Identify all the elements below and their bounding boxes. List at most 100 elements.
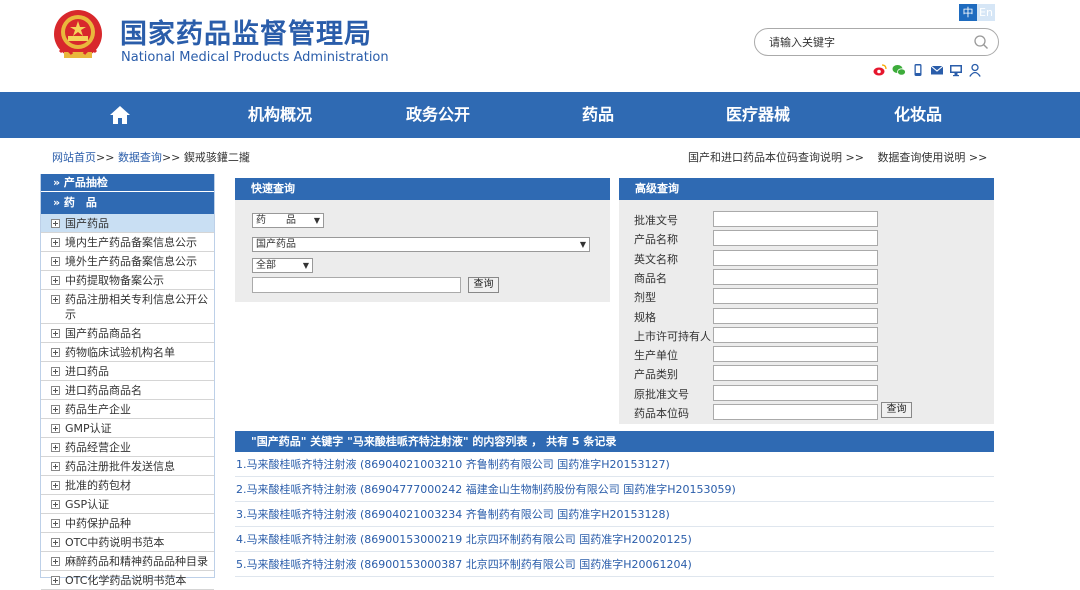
site-header: 国家药品监督管理局 National Medical Products Admi… bbox=[0, 0, 1080, 92]
sidebar-item[interactable]: 境内生产药品备案信息公示 bbox=[41, 233, 214, 252]
search-input[interactable] bbox=[769, 34, 969, 50]
sidebar-section-sampling[interactable]: » 产品抽检 bbox=[41, 174, 214, 192]
category-select-value: 药 品 bbox=[256, 215, 296, 226]
expand-plus-icon bbox=[51, 462, 60, 471]
database-select[interactable]: 国产药品 ▼ bbox=[252, 237, 590, 252]
sidebar-item[interactable]: 药物临床试验机构名单 bbox=[41, 343, 214, 362]
advanced-field-input[interactable] bbox=[713, 230, 878, 247]
expand-plus-icon bbox=[51, 538, 60, 547]
result-row-link[interactable]: 2.马来酸桂哌齐特注射液 (86904777000242 福建金山生物制药股份有… bbox=[235, 477, 994, 502]
sidebar-item[interactable]: OTC化学药品说明书范本 bbox=[41, 571, 214, 590]
advanced-field-input[interactable] bbox=[713, 346, 878, 363]
results-header: "国产药品" 关键字 "马来酸桂哌齐特注射液" 的内容列表 ， 共有 5 条记录 bbox=[235, 431, 994, 452]
user-icon[interactable] bbox=[968, 63, 982, 77]
sidebar-item[interactable]: 批准的药包材 bbox=[41, 476, 214, 495]
lang-english-button[interactable]: En bbox=[977, 4, 995, 21]
breadcrumb: 网站首页>> 数据查询>> 鍥戒骇鑵⼆攏 bbox=[52, 149, 250, 165]
data-query-help-link[interactable]: 数据查询使用说明 >> bbox=[877, 151, 987, 164]
code-query-help-link[interactable]: 国产和进口药品本位码查询说明 >> bbox=[688, 151, 864, 164]
advanced-field-input[interactable] bbox=[713, 404, 878, 420]
lang-chinese-button[interactable]: 中 bbox=[959, 4, 977, 21]
weibo-icon[interactable] bbox=[873, 63, 887, 77]
result-row-link[interactable]: 3.马来酸桂哌齐特注射液 (86904021003234 齐鲁制药有限公司 国药… bbox=[235, 502, 994, 527]
dropdown-arrow-icon: ▼ bbox=[313, 216, 320, 225]
advanced-field-input[interactable] bbox=[713, 268, 878, 285]
advanced-field-input[interactable] bbox=[713, 249, 878, 266]
breadcrumb-query-link[interactable]: 数据查询 bbox=[118, 151, 162, 164]
search-icon[interactable] bbox=[973, 34, 989, 50]
sidebar-item[interactable]: OTC中药说明书范本 bbox=[41, 533, 214, 552]
category-select[interactable]: 药 品 ▼ bbox=[252, 213, 324, 228]
nav-item-cosmetics[interactable]: 化妆品 bbox=[868, 92, 968, 138]
sidebar-item-label: 药品生产企业 bbox=[65, 403, 131, 416]
advanced-field-input[interactable] bbox=[713, 307, 878, 324]
advanced-field-label: 规格 bbox=[634, 310, 656, 324]
expand-plus-icon bbox=[51, 405, 60, 414]
sidebar-item[interactable]: 药品生产企业 bbox=[41, 400, 214, 419]
nav-item-about[interactable]: 机构概况 bbox=[230, 92, 330, 138]
sidebar-item[interactable]: 药品注册相关专利信息公开公示 bbox=[41, 290, 214, 324]
sidebar-item-label: 麻醉药品和精神药品品种目录 bbox=[65, 555, 208, 568]
expand-plus-icon bbox=[51, 348, 60, 357]
sidebar-item[interactable]: 进口药品商品名 bbox=[41, 381, 214, 400]
advanced-field-input[interactable] bbox=[713, 326, 878, 343]
breadcrumb-separator: >> bbox=[96, 151, 115, 164]
expand-plus-icon bbox=[51, 329, 60, 338]
home-nav-item[interactable] bbox=[100, 92, 140, 138]
breadcrumb-home-link[interactable]: 网站首页 bbox=[52, 151, 96, 164]
expand-plus-icon bbox=[51, 386, 60, 395]
sidebar-item-label: 药品注册批件发送信息 bbox=[65, 460, 175, 473]
advanced-query-title: 高级查询 bbox=[619, 178, 994, 200]
result-row-link[interactable]: 1.马来酸桂哌齐特注射液 (86904021003210 齐鲁制药有限公司 国药… bbox=[235, 452, 994, 477]
mail-icon[interactable] bbox=[930, 63, 944, 77]
advanced-field-label: 商品名 bbox=[634, 271, 667, 285]
quick-query-title: 快速查询 bbox=[235, 178, 610, 200]
nav-item-drugs[interactable]: 药品 bbox=[548, 92, 648, 138]
monitor-icon[interactable] bbox=[949, 63, 963, 77]
advanced-field-label: 剂型 bbox=[634, 291, 656, 305]
scope-select-value: 全部 bbox=[256, 260, 276, 271]
sidebar-item[interactable]: 国产药品商品名 bbox=[41, 324, 214, 343]
advanced-field-input[interactable] bbox=[713, 288, 878, 305]
sidebar-item[interactable]: 境外生产药品备案信息公示 bbox=[41, 252, 214, 271]
result-row-link[interactable]: 4.马来酸桂哌齐特注射液 (86900153000219 北京四环制药有限公司 … bbox=[235, 527, 994, 552]
sidebar-item[interactable]: 中药提取物备案公示 bbox=[41, 271, 214, 290]
sidebar-section-drugs[interactable]: » 药 品 bbox=[41, 192, 214, 214]
expand-plus-icon bbox=[51, 257, 60, 266]
sidebar-item-label: GMP认证 bbox=[65, 422, 112, 435]
expand-plus-icon bbox=[51, 481, 60, 490]
sidebar-item[interactable]: GSP认证 bbox=[41, 495, 214, 514]
expand-plus-icon bbox=[51, 576, 60, 585]
expand-plus-icon bbox=[51, 519, 60, 528]
quick-query-button[interactable]: 查询 bbox=[468, 277, 499, 293]
database-select-value: 国产药品 bbox=[256, 239, 296, 250]
scope-select[interactable]: 全部 ▼ bbox=[252, 258, 313, 273]
sidebar-item[interactable]: 麻醉药品和精神药品品种目录 bbox=[41, 552, 214, 571]
advanced-field-input[interactable] bbox=[713, 365, 878, 382]
sidebar-item-label: 药品经营企业 bbox=[65, 441, 131, 454]
result-row-link[interactable]: 5.马来酸桂哌齐特注射液 (86900153000387 北京四环制药有限公司 … bbox=[235, 552, 994, 577]
expand-plus-icon bbox=[51, 238, 60, 247]
quick-query-panel: 快速查询 药 品 ▼ 国产药品 ▼ 全部 ▼ 查询 bbox=[235, 178, 610, 302]
sidebar-item-label: 国产药品 bbox=[65, 217, 109, 230]
advanced-field-input[interactable] bbox=[713, 384, 878, 401]
wechat-icon[interactable] bbox=[892, 63, 906, 77]
home-icon bbox=[110, 106, 130, 124]
advanced-field-input[interactable] bbox=[713, 211, 878, 227]
sidebar-item-label: 批准的药包材 bbox=[65, 479, 131, 492]
sidebar-item[interactable]: 药品经营企业 bbox=[41, 438, 214, 457]
sidebar-item[interactable]: 中药保护品种 bbox=[41, 514, 214, 533]
site-title-english: National Medical Products Administration bbox=[121, 50, 389, 65]
advanced-field-label: 药品本位码 bbox=[634, 407, 689, 420]
sidebar-item[interactable]: 药品注册批件发送信息 bbox=[41, 457, 214, 476]
social-links bbox=[873, 63, 982, 77]
sidebar-item[interactable]: 国产药品 bbox=[41, 214, 214, 233]
advanced-query-button[interactable]: 查询 bbox=[881, 402, 912, 418]
breadcrumb-separator: >> bbox=[161, 151, 181, 164]
sidebar-item[interactable]: 进口药品 bbox=[41, 362, 214, 381]
keyword-input[interactable] bbox=[252, 277, 461, 293]
nav-item-government[interactable]: 政务公开 bbox=[388, 92, 488, 138]
mobile-icon[interactable] bbox=[911, 63, 925, 77]
nav-item-devices[interactable]: 医疗器械 bbox=[708, 92, 808, 138]
sidebar-item[interactable]: GMP认证 bbox=[41, 419, 214, 438]
